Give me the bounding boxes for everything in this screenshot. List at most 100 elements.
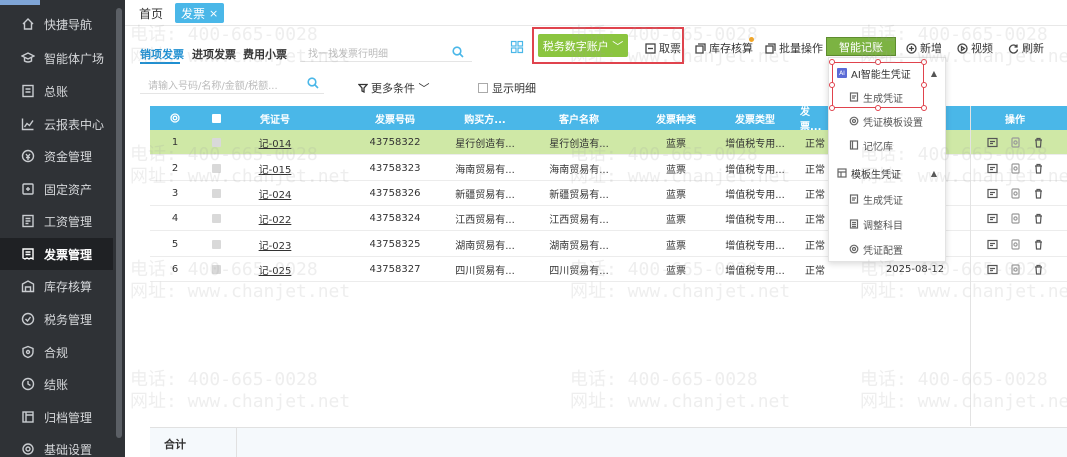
delete-icon[interactable] [1033,137,1044,148]
view-voucher-icon[interactable] [986,163,998,174]
smart-bookkeeping-label: 智能记账 [839,40,883,54]
show-detail-checkbox[interactable]: 显示明细 [478,80,536,96]
sidebar-item-agent-plaza[interactable]: 智能体广场 [0,42,113,74]
invoice-kind: 蓝票 [666,190,686,201]
template-voucher-group[interactable]: 模板生凭证 ▲ [829,162,947,184]
video-button[interactable]: 视频 [957,40,993,56]
edit-icon[interactable] [1010,264,1021,275]
template-generate-voucher-item[interactable]: 生成凭证 [829,188,947,210]
fetch-invoice-button[interactable]: 取票 [645,40,681,56]
sidebar-scrollbar[interactable] [116,8,122,438]
sidebar-item-tax[interactable]: 税务管理 [0,303,113,335]
row-checkbox[interactable] [206,206,226,231]
close-icon[interactable]: × [209,7,218,20]
voucher-number-link[interactable]: 记-022 [245,206,305,231]
checkbox[interactable] [211,214,221,223]
header-voucher-no: 凭证号 [260,114,290,126]
edit-icon[interactable] [1010,188,1021,199]
header-buyer: 购买方... [464,114,506,126]
voucher-template-settings-item[interactable]: 凭证模板设置 [829,110,947,132]
search-icon[interactable] [452,46,464,58]
delete-icon[interactable] [1033,239,1044,250]
tax-digital-account-button[interactable]: 税务数字账户 ﹀ [538,34,628,57]
watermark-text: 网址: www.chanjet.net [860,391,1067,412]
sidebar-item-label: 智能体广场 [44,51,105,66]
voucher-number-link[interactable]: 记-015 [245,156,305,181]
checkbox[interactable] [478,83,488,93]
sidebar-item-compliance[interactable]: 合规 [0,336,113,368]
row-checkbox[interactable] [206,232,226,257]
tab-sales-invoice[interactable]: 销项发票 [140,46,184,62]
sidebar-item-inventory[interactable]: 库存核算 [0,270,113,302]
sidebar-item-closing[interactable]: 结账 [0,368,113,400]
sidebar-item-label: 工资管理 [44,214,93,229]
tab-expense-receipt[interactable]: 费用小票 [243,46,287,62]
add-button[interactable]: 新增 [906,40,942,56]
view-voucher-icon[interactable] [986,213,998,224]
view-voucher-icon[interactable] [986,264,998,275]
sidebar-item-settings[interactable]: 基础设置 [0,433,113,457]
sidebar-item-archive[interactable]: 归档管理 [0,401,113,433]
sidebar-item-salary[interactable]: 工资管理 [0,205,113,237]
more-conditions-button[interactable]: 更多条件 ﹀ [358,80,430,96]
edit-icon[interactable] [1010,137,1021,148]
voucher-config-item[interactable]: 凭证配置 [829,238,947,260]
sidebar-item-funds[interactable]: 资金管理 [0,140,113,172]
view-voucher-icon[interactable] [986,239,998,250]
invoice-kind: 蓝票 [666,215,686,226]
invoice-number: 43758327 [369,264,421,275]
view-voucher-icon[interactable] [986,188,998,199]
inventory-accounting-button[interactable]: 库存核算 [695,40,753,56]
refresh-icon [1008,43,1019,54]
sidebar-item-cloud-report[interactable]: 云报表中心 [0,108,113,140]
invoice-number: 43758322 [369,137,421,148]
checkbox[interactable] [211,189,221,198]
memory-bank-item[interactable]: 记忆库 [829,134,947,156]
scan-icon[interactable] [510,40,524,54]
voucher-number-link[interactable]: 记-014 [245,130,305,155]
tab-invoice[interactable]: 发票 × [175,3,225,23]
delete-icon[interactable] [1033,264,1044,275]
sidebar-item-invoice[interactable]: 发票管理 [0,238,113,270]
sidebar-item-quick-nav[interactable]: 快捷导航 [0,8,113,40]
refresh-button[interactable]: 刷新 [1008,40,1044,56]
voucher-number-link[interactable]: 记-025 [245,257,305,282]
smart-bookkeeping-button[interactable]: 智能记账 [826,37,896,56]
select-all-checkbox[interactable] [206,106,226,130]
invoice-line-search-input[interactable]: 找一找发票行明细 [300,42,472,62]
checkbox[interactable] [211,265,221,274]
tab-home[interactable]: 首页 [139,5,163,22]
sidebar-item-label: 快捷导航 [44,17,93,32]
checkbox[interactable] [211,164,221,173]
delete-icon[interactable] [1033,213,1044,224]
voucher-number-link[interactable]: 记-024 [245,181,305,206]
edit-icon[interactable] [1010,163,1021,174]
row-index: 2 [171,163,179,174]
row-checkbox[interactable] [206,257,226,282]
tab-purchase-invoice[interactable]: 进项发票 [192,46,236,62]
sidebar-item-general-ledger[interactable]: 总账 [0,75,113,107]
view-voucher-icon[interactable] [986,137,998,148]
sidebar-item-label: 归档管理 [44,410,93,425]
chart-line-icon [20,116,36,132]
row-checkbox[interactable] [206,156,226,181]
edit-icon[interactable] [1010,239,1021,250]
column-settings-icon[interactable] [162,106,188,130]
checkbox[interactable] [211,240,221,249]
adjust-subject-item[interactable]: 调整科目 [829,213,947,235]
search-icon[interactable] [307,77,319,89]
graduation-cap-icon [20,50,36,66]
edit-icon[interactable] [1010,213,1021,224]
invoice-number: 43758325 [369,239,421,250]
voucher-number-link[interactable]: 记-023 [245,232,305,257]
row-checkbox[interactable] [206,130,226,155]
batch-operation-button[interactable]: 批量操作 [765,40,823,56]
checkbox[interactable] [211,138,221,147]
row-checkbox[interactable] [206,181,226,206]
invoice-search-input[interactable]: 请输入号码/名称/金额/税额... [140,74,324,94]
sidebar-item-fixed-assets[interactable]: 固定资产 [0,173,113,205]
total-separator [236,428,237,457]
delete-icon[interactable] [1033,188,1044,199]
delete-icon[interactable] [1033,163,1044,174]
resize-handle [921,82,927,88]
